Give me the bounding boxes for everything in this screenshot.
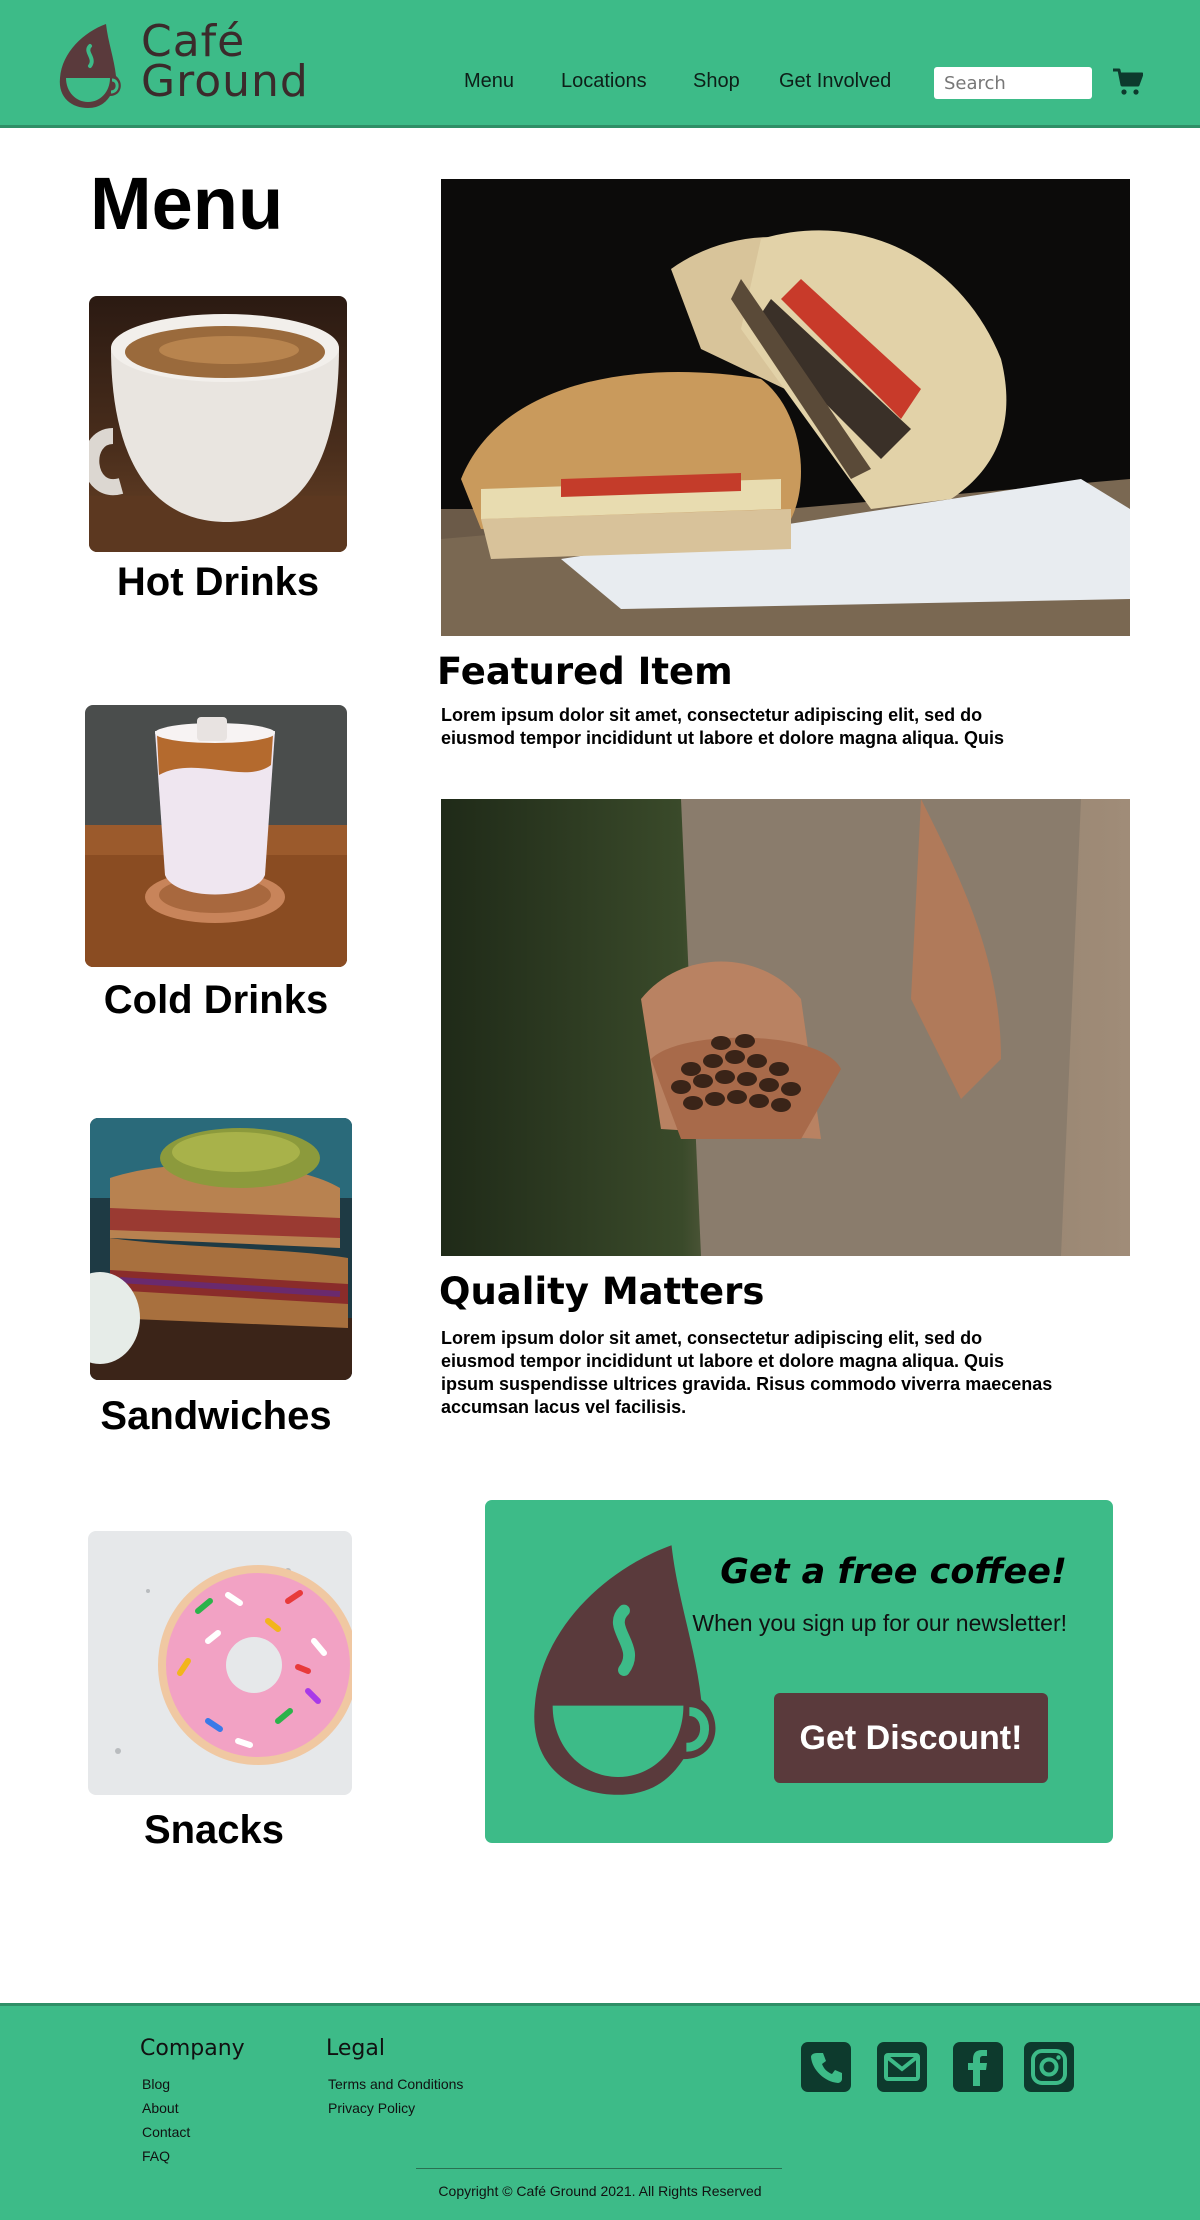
page-title: Menu [90, 162, 284, 245]
category-label-sandwiches[interactable]: Sandwiches [66, 1392, 366, 1440]
footer-divider [416, 2168, 782, 2169]
footer-legal-links: Terms and Conditions Privacy Policy [328, 2072, 463, 2120]
category-label-hot-drinks[interactable]: Hot Drinks [68, 558, 368, 606]
shopping-cart-icon[interactable] [1113, 68, 1143, 96]
footer-link-terms[interactable]: Terms and Conditions [328, 2072, 463, 2096]
footer-link-privacy[interactable]: Privacy Policy [328, 2096, 463, 2120]
brand-name[interactable]: Café Ground [141, 20, 309, 107]
facebook-icon[interactable] [953, 2042, 1003, 2092]
instagram-icon[interactable] [1024, 2042, 1074, 2092]
featured-item-description: Lorem ipsum dolor sit amet, consectetur … [441, 705, 1005, 748]
category-label-snacks[interactable]: Snacks [64, 1806, 364, 1854]
category-label-cold-drinks[interactable]: Cold Drinks [66, 976, 366, 1024]
nav-item-locations[interactable]: Locations [561, 70, 647, 93]
brand-name-line2: Ground [141, 56, 309, 107]
logo-icon[interactable] [54, 22, 124, 110]
nav-item-menu[interactable]: Menu [464, 70, 514, 93]
site-header: Café Ground Menu Locations Shop Get Invo… [0, 0, 1200, 128]
nav-item-shop[interactable]: Shop [693, 70, 740, 93]
footer-link-blog[interactable]: Blog [142, 2072, 190, 2096]
footer-company-links: Blog About Contact FAQ [142, 2072, 190, 2168]
newsletter-promo: Get a free coffee! When you sign up for … [485, 1500, 1113, 1843]
coffee-cup-drop-icon [534, 1545, 716, 1795]
copyright-text: Copyright © Café Ground 2021. All Rights… [438, 2183, 762, 2199]
footer-link-about[interactable]: About [142, 2096, 190, 2120]
snacks-image[interactable] [88, 1531, 352, 1795]
promo-subtitle: When you sign up for our newsletter! [692, 1610, 1067, 1636]
featured-item-title: Featured Item [437, 650, 733, 693]
email-icon[interactable] [877, 2042, 927, 2092]
featured-item-image [441, 179, 1130, 636]
footer-legal-title: Legal [326, 2036, 385, 2061]
sandwiches-image[interactable] [90, 1118, 352, 1380]
cold-drinks-image[interactable] [85, 705, 347, 967]
quality-matters-title: Quality Matters [439, 1270, 765, 1313]
footer-company-title: Company [140, 2036, 245, 2061]
site-footer: Company Blog About Contact FAQ Legal Ter… [0, 2003, 1200, 2220]
promo-title: Get a free coffee! [720, 1552, 1067, 1592]
get-discount-button[interactable]: Get Discount! [774, 1693, 1048, 1783]
quality-matters-image [441, 799, 1130, 1256]
footer-link-faq[interactable]: FAQ [142, 2144, 190, 2168]
phone-icon[interactable] [801, 2042, 851, 2092]
hot-drinks-image[interactable] [89, 296, 347, 552]
quality-matters-description: Lorem ipsum dolor sit amet, consectetur … [441, 1328, 1053, 1417]
footer-link-contact[interactable]: Contact [142, 2120, 190, 2144]
search-input[interactable] [934, 67, 1092, 99]
nav-item-get-involved[interactable]: Get Involved [779, 70, 891, 93]
